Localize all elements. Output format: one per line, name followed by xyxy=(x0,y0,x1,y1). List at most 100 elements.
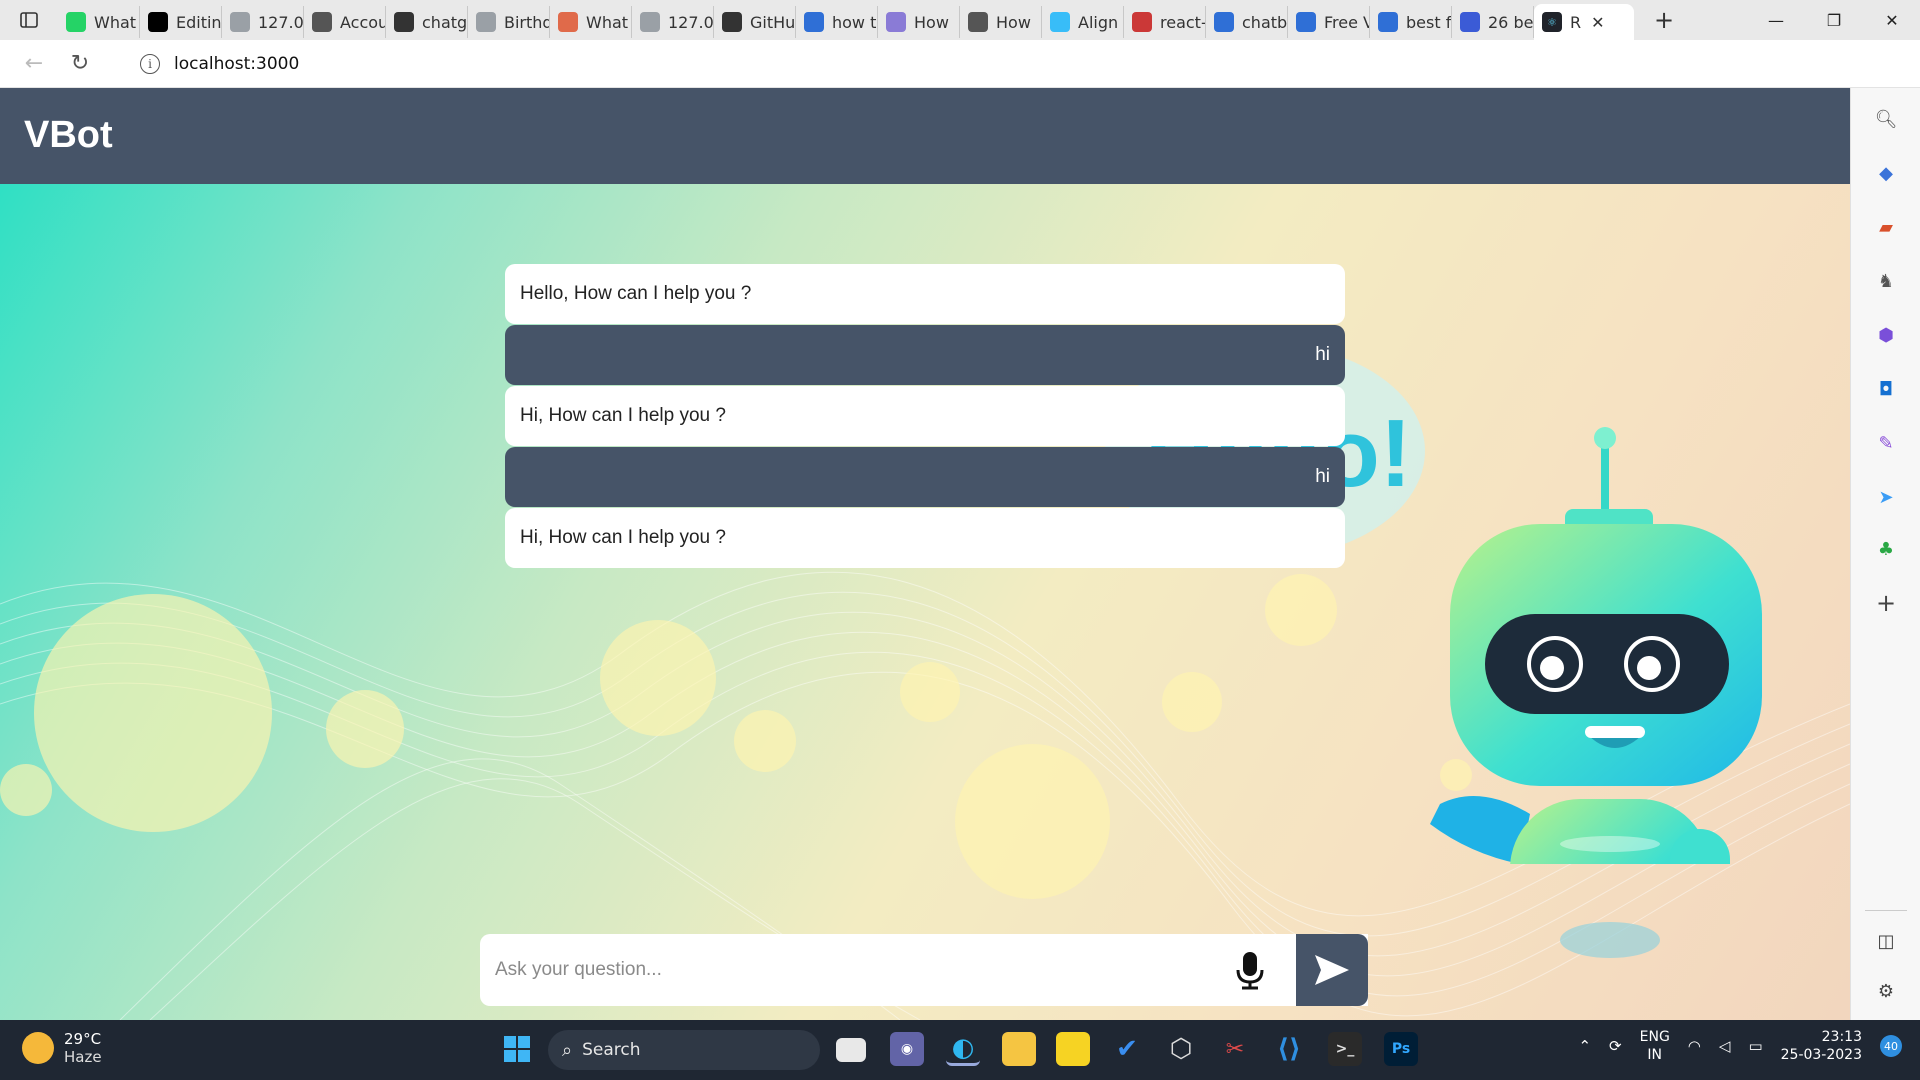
openai-icon xyxy=(312,12,332,32)
browser-tab[interactable]: react- xyxy=(1124,6,1206,38)
tailwind-icon xyxy=(1050,12,1070,32)
sidebar-shopping-icon[interactable]: ◆ xyxy=(1871,158,1901,188)
browser-tab[interactable]: best f xyxy=(1370,6,1452,38)
browser-tab[interactable]: How xyxy=(960,6,1042,38)
send-button[interactable] xyxy=(1296,934,1368,1006)
medium-icon xyxy=(148,12,168,32)
weather-condition: Haze xyxy=(64,1048,102,1066)
terminal-icon[interactable]: >_ xyxy=(1328,1032,1362,1066)
message-text: Hello, How can I help you ? xyxy=(520,283,752,304)
chat-area: Hello! xyxy=(0,184,1850,1020)
edge-icon[interactable]: ◐ xyxy=(946,1032,980,1066)
wifi-icon[interactable]: ◠ xyxy=(1688,1037,1701,1055)
weather-widget[interactable]: 29°C Haze xyxy=(22,1030,102,1066)
github-icon xyxy=(722,12,742,32)
todo-icon[interactable]: ✔ xyxy=(1110,1032,1144,1066)
task-view-icon[interactable] xyxy=(836,1038,866,1062)
photoshop-icon[interactable]: Ps xyxy=(1384,1032,1418,1066)
sidebar-games-icon[interactable]: ♞ xyxy=(1871,266,1901,296)
microphone-icon[interactable] xyxy=(1228,948,1272,992)
browser-tab[interactable]: 127.0 xyxy=(632,6,714,38)
background-bubble xyxy=(34,594,272,832)
sidebar-settings-icon[interactable]: ⚙ xyxy=(1871,976,1901,1006)
sidebar-outlook-icon[interactable]: ◘ xyxy=(1871,374,1901,404)
clock[interactable]: 23:13 25-03-2023 xyxy=(1781,1028,1862,1064)
browser-tab[interactable]: What xyxy=(58,6,140,38)
new-tab-button[interactable]: + xyxy=(1644,6,1684,34)
browser-tab[interactable]: chatg xyxy=(386,6,468,38)
search-icon xyxy=(1214,12,1234,32)
browser-tab[interactable]: Free V xyxy=(1288,6,1370,38)
browser-tab-label: Birthd xyxy=(504,12,550,32)
start-button[interactable] xyxy=(500,1032,534,1066)
browser-tab-label: 127.0 xyxy=(258,12,304,32)
browser-tab[interactable]: 26 be xyxy=(1452,6,1534,38)
battery-icon[interactable]: ▭ xyxy=(1748,1037,1762,1055)
sidebar-search-icon[interactable]: 🔍︎ xyxy=(1871,104,1901,134)
browser-tab[interactable]: Align xyxy=(1042,6,1124,38)
browser-tab[interactable]: Accou xyxy=(304,6,386,38)
browser-tab[interactable]: chatb xyxy=(1206,6,1288,38)
vscode-icon[interactable]: ⟨⟩ xyxy=(1272,1032,1306,1066)
address-bar[interactable]: i localhost:3000 xyxy=(124,46,1448,82)
sidebar-office-icon[interactable]: ⬢ xyxy=(1871,320,1901,350)
browser-tab-label: How xyxy=(996,12,1031,32)
close-tab-icon[interactable]: ✕ xyxy=(1591,13,1604,32)
weather-temp: 29°C xyxy=(64,1030,102,1048)
minimize-button[interactable]: — xyxy=(1748,0,1804,40)
language-line1: ENG xyxy=(1639,1029,1670,1045)
chevron-up-icon[interactable]: ⌃ xyxy=(1578,1037,1591,1055)
send-icon xyxy=(1315,955,1349,985)
language-indicator[interactable]: ENG IN xyxy=(1640,1028,1670,1064)
refresh-button[interactable]: ↻ xyxy=(58,42,102,86)
browser-tab[interactable]: GitHu xyxy=(714,6,796,38)
sync-icon[interactable]: ⟳ xyxy=(1609,1037,1622,1055)
sidebar-toggle-icon[interactable]: ◫ xyxy=(1871,926,1901,956)
snipping-tool-icon[interactable]: ✂ xyxy=(1218,1032,1252,1066)
browser-tab[interactable]: how t xyxy=(796,6,878,38)
site-info-icon[interactable]: i xyxy=(140,54,160,74)
bot-message: Hi, How can I help you ? xyxy=(505,508,1345,568)
haze-icon xyxy=(22,1032,54,1064)
browser-tab-label: chatg xyxy=(422,12,468,32)
browser-tab[interactable]: 127.0 xyxy=(222,6,304,38)
page-icon xyxy=(640,12,660,32)
question-input[interactable] xyxy=(480,934,1220,1006)
sidebar-add-icon[interactable]: + xyxy=(1871,588,1901,618)
c-icon xyxy=(558,12,578,32)
message-text: Hi, How can I help you ? xyxy=(520,405,726,426)
browser-tab-label: What xyxy=(586,12,629,32)
notification-badge[interactable]: 40 xyxy=(1880,1035,1902,1057)
background-bubble xyxy=(600,620,716,736)
unity-icon[interactable]: ⬡ xyxy=(1164,1032,1198,1066)
background-bubble xyxy=(1265,574,1337,646)
sticky-notes-icon[interactable] xyxy=(1056,1032,1090,1066)
back-button[interactable]: ← xyxy=(12,42,56,86)
browser-tab-label: 26 be xyxy=(1488,12,1534,32)
sidebar-designer-icon[interactable]: ✎ xyxy=(1871,428,1901,458)
sidebar-tree-icon[interactable]: ♣ xyxy=(1871,534,1901,564)
close-window-button[interactable]: ✕ xyxy=(1864,0,1920,40)
url-text[interactable]: localhost:3000 xyxy=(174,54,299,74)
npm-icon xyxy=(1132,12,1152,32)
browser-tab-label: how t xyxy=(832,12,877,32)
sidebar-send-icon[interactable]: ➤ xyxy=(1871,482,1901,512)
browser-tab[interactable]: What xyxy=(550,6,632,38)
taskbar-search[interactable]: ⌕ Search xyxy=(548,1030,820,1070)
language-line2: IN xyxy=(1647,1047,1663,1063)
tab-active[interactable]: ⚛ R ✕ xyxy=(1534,4,1634,40)
browser-tab[interactable]: Birthd xyxy=(468,6,550,38)
clock-date: 25-03-2023 xyxy=(1780,1047,1862,1063)
browser-tab[interactable]: How xyxy=(878,6,960,38)
volume-icon[interactable]: ◁ xyxy=(1719,1037,1731,1055)
browser-tab[interactable]: Editin xyxy=(140,6,222,38)
file-explorer-icon[interactable] xyxy=(1002,1032,1036,1066)
browser-tab-label: chatb xyxy=(1242,12,1288,32)
windows-icon xyxy=(504,1036,530,1062)
tab-actions-button[interactable] xyxy=(0,0,58,40)
teams-icon[interactable]: ◉ xyxy=(890,1032,924,1066)
restore-button[interactable]: ❐ xyxy=(1806,0,1862,40)
sidebar-tools-icon[interactable]: ▰ xyxy=(1871,212,1901,242)
browser-tab-label: GitHu xyxy=(750,12,796,32)
system-tray: ⌃ ⟳ ENG IN ◠ ◁ ▭ 23:13 25-03-2023 40 xyxy=(1578,1028,1902,1064)
